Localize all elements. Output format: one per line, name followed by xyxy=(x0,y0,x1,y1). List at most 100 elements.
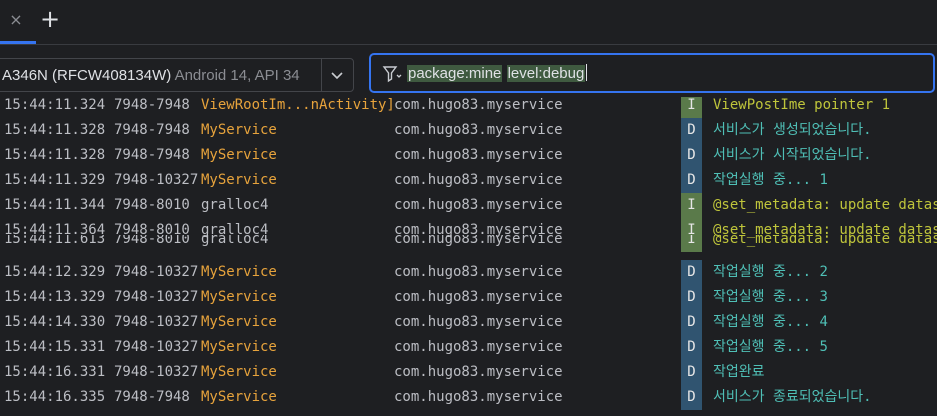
log-time: 15:44:11.329 xyxy=(4,172,106,188)
log-package: com.hugo83.myservice xyxy=(394,264,563,280)
log-tag: MyService xyxy=(201,264,277,280)
log-package: com.hugo83.myservice xyxy=(394,147,563,163)
filter-icon[interactable] xyxy=(381,63,403,85)
log-package: com.hugo83.myservice xyxy=(394,172,563,188)
log-pid: 7948-10327 xyxy=(114,264,199,280)
filter-input[interactable]: package:mine level:debug xyxy=(369,53,935,93)
log-message: 서비스가 시작되었습니다. xyxy=(713,147,872,163)
log-row[interactable]: 15:44:15.331 7948-10327 MyService com.hu… xyxy=(0,335,937,360)
log-time: 15:44:15.331 xyxy=(4,339,106,355)
filter-token-package: package:mine xyxy=(407,65,503,82)
log-message: @set_metadata: update datasp xyxy=(713,197,937,213)
log-level-badge: D xyxy=(681,310,702,335)
log-level-badge: I xyxy=(681,193,702,218)
log-time: 15:44:12.329 xyxy=(4,264,106,280)
log-pid: 7948-7948 xyxy=(114,147,190,163)
logcat-tab[interactable]: × xyxy=(0,0,36,44)
log-message: 서비스가 생성되었습니다. xyxy=(713,122,872,138)
log-row[interactable]: 15:44:13.329 7948-10327 MyService com.hu… xyxy=(0,285,937,310)
log-level-badge: D xyxy=(681,285,702,310)
log-message: @set_metadata: update datasp xyxy=(713,235,937,247)
log-tag: ViewRootIm...nActivity] xyxy=(201,97,395,113)
log-package: com.hugo83.myservice xyxy=(394,289,563,305)
log-tag: MyService xyxy=(201,389,277,405)
filter-token-level: level:debug xyxy=(506,65,586,82)
log-pid: 7948-8010 xyxy=(114,197,190,213)
log-time: 15:44:11.328 xyxy=(4,147,106,163)
log-package: com.hugo83.myservice xyxy=(394,235,563,247)
log-pid: 7948-10327 xyxy=(114,339,199,355)
log-pid: 7948-7948 xyxy=(114,389,190,405)
device-selector-divider xyxy=(321,59,322,91)
log-time: 15:44:13.329 xyxy=(4,289,106,305)
log-pid: 7948-10327 xyxy=(114,314,199,330)
log-tag: MyService xyxy=(201,172,277,188)
log-tag: gralloc4 xyxy=(201,197,269,213)
log-pid: 7948-7948 xyxy=(114,122,190,138)
log-time: 15:44:11.324 xyxy=(4,97,106,113)
logcat-toolbar: A346N (RFCW408134W) Android 14, API 34 p… xyxy=(0,45,937,105)
filter-query[interactable]: package:mine level:debug xyxy=(407,64,588,82)
log-level-badge: D xyxy=(681,260,702,285)
log-pid: 7948-10327 xyxy=(114,289,199,305)
log-pid: 7948-10327 xyxy=(114,172,199,188)
log-row[interactable]: 15:44:16.335 7948-7948 MyService com.hug… xyxy=(0,385,937,410)
text-caret xyxy=(586,64,588,81)
log-level-badge: D xyxy=(681,168,702,193)
log-time: 15:44:11.328 xyxy=(4,122,106,138)
log-level-badge: I xyxy=(681,235,702,252)
log-tag: MyService xyxy=(201,314,277,330)
log-time: 15:44:11.344 xyxy=(4,197,106,213)
log-row[interactable]: 15:44:11.329 7948-10327 MyService com.hu… xyxy=(0,168,937,193)
log-package: com.hugo83.myservice xyxy=(394,339,563,355)
chevron-down-icon[interactable] xyxy=(328,65,346,85)
log-row[interactable]: 15:44:11.328 7948-7948 MyService com.hug… xyxy=(0,118,937,143)
log-message: 서비스가 종료되었습니다. xyxy=(713,389,872,405)
log-row[interactable]: 15:44:11.613 7948-8010 gralloc4 com.hugo… xyxy=(0,235,937,252)
log-list[interactable]: 15:44:11.324 7948-7948 ViewRootIm...nAct… xyxy=(0,97,937,416)
log-package: com.hugo83.myservice xyxy=(394,122,563,138)
log-package: com.hugo83.myservice xyxy=(394,314,563,330)
log-message: 작업실행 중... 2 xyxy=(713,264,828,280)
log-level-badge: D xyxy=(681,385,702,410)
log-row[interactable]: 15:44:16.331 7948-10327 MyService com.hu… xyxy=(0,360,937,385)
log-level-badge: I xyxy=(681,97,702,118)
log-package: com.hugo83.myservice xyxy=(394,389,563,405)
log-package: com.hugo83.myservice xyxy=(394,364,563,380)
log-tag: MyService xyxy=(201,364,277,380)
log-pid: 7948-10327 xyxy=(114,364,199,380)
device-meta: Android 14, API 34 xyxy=(174,67,300,84)
log-level-badge: D xyxy=(681,143,702,168)
log-message: ViewPostIme pointer 1 xyxy=(713,97,891,113)
log-tag: MyService xyxy=(201,339,277,355)
log-package: com.hugo83.myservice xyxy=(394,97,563,113)
log-pid: 7948-8010 xyxy=(114,235,190,247)
log-time: 15:44:16.335 xyxy=(4,389,106,405)
device-name: A346N (RFCW408134W) xyxy=(2,67,172,84)
log-tag: MyService xyxy=(201,289,277,305)
log-level-badge: D xyxy=(681,335,702,360)
log-row[interactable]: 15:44:11.324 7948-7948 ViewRootIm...nAct… xyxy=(0,97,937,118)
log-message: 작업완료 xyxy=(713,364,765,380)
add-tab-button[interactable]: + xyxy=(40,7,60,31)
log-pid: 7948-7948 xyxy=(114,97,190,113)
log-tag: MyService xyxy=(201,122,277,138)
log-row[interactable]: 15:44:11.344 7948-8010 gralloc4 com.hugo… xyxy=(0,193,937,218)
log-message: 작업실행 중... 4 xyxy=(713,314,828,330)
log-message: 작업실행 중... 5 xyxy=(713,339,828,355)
log-package: com.hugo83.myservice xyxy=(394,197,563,213)
log-message: 작업실행 중... 1 xyxy=(713,172,828,188)
device-selector[interactable]: A346N (RFCW408134W) Android 14, API 34 xyxy=(0,58,354,92)
log-time: 15:44:11.613 xyxy=(4,235,106,247)
log-row[interactable]: 15:44:14.330 7948-10327 MyService com.hu… xyxy=(0,310,937,335)
log-row[interactable]: 15:44:12.329 7948-10327 MyService com.hu… xyxy=(0,260,937,285)
log-message: 작업실행 중... 3 xyxy=(713,289,828,305)
device-label: A346N (RFCW408134W) Android 14, API 34 xyxy=(2,67,300,84)
log-row[interactable]: 15:44:11.328 7948-7948 MyService com.hug… xyxy=(0,143,937,168)
log-tag: gralloc4 xyxy=(201,235,269,247)
log-time: 15:44:16.331 xyxy=(4,364,106,380)
log-level-badge: D xyxy=(681,118,702,143)
log-time: 15:44:14.330 xyxy=(4,314,106,330)
log-tag: MyService xyxy=(201,147,277,163)
close-tab-icon[interactable]: × xyxy=(9,11,23,29)
